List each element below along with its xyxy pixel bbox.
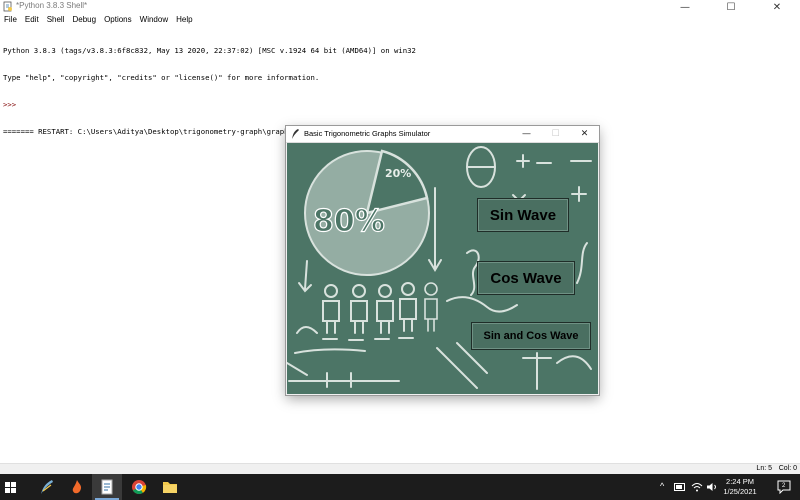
chalkboard-background: 80% 20% Sin Wave Cos Wave Sin and Cos Wa… xyxy=(287,143,598,394)
clock-time[interactable]: 2:24 PM xyxy=(720,477,760,486)
chalk-small-percent: 20% xyxy=(385,167,411,180)
menu-debug[interactable]: Debug xyxy=(68,14,100,26)
notification-center-button[interactable]: 2 xyxy=(777,480,791,495)
menu-shell[interactable]: Shell xyxy=(43,14,69,26)
app-minimize-button[interactable]: — xyxy=(512,126,541,142)
battery-icon[interactable] xyxy=(674,483,686,491)
tk-feather-icon xyxy=(292,129,299,139)
shell-line: Type "help", "copyright", "credits" or "… xyxy=(3,73,320,82)
taskbar-app-idle[interactable] xyxy=(92,474,122,500)
close-button[interactable]: ✕ xyxy=(754,0,800,14)
app-title-bar[interactable]: Basic Trigonometric Graphs Simulator — ☐… xyxy=(286,126,599,143)
status-line: Ln: 5 xyxy=(756,465,772,472)
menu-edit[interactable]: Edit xyxy=(21,14,43,26)
chalk-big-percent: 80% xyxy=(313,204,385,239)
flame-icon xyxy=(72,480,82,494)
minimize-button[interactable]: — xyxy=(662,0,708,14)
trig-simulator-window: Basic Trigonometric Graphs Simulator — ☐… xyxy=(286,126,599,395)
menu-bar: File Edit Shell Debug Options Window Hel… xyxy=(0,14,800,26)
start-button[interactable] xyxy=(0,474,20,500)
wifi-icon[interactable] xyxy=(691,482,703,492)
menu-window[interactable]: Window xyxy=(136,14,172,26)
maximize-button[interactable]: ☐ xyxy=(708,0,754,14)
chrome-icon xyxy=(132,480,147,494)
menu-help[interactable]: Help xyxy=(172,14,196,26)
notification-count: 2 xyxy=(782,483,786,489)
title-bar[interactable]: *Python 3.8.3 Shell* — ☐ ✕ xyxy=(0,0,800,14)
menu-options[interactable]: Options xyxy=(100,14,136,26)
idle-app-icon xyxy=(3,1,12,12)
taskbar-app-fire[interactable] xyxy=(62,474,92,500)
shell-line: Python 3.8.3 (tags/v3.8.3:6f8c832, May 1… xyxy=(3,46,416,55)
sin-wave-button[interactable]: Sin Wave xyxy=(477,198,569,232)
idle-file-icon xyxy=(101,479,113,495)
clock-date[interactable]: 1/25/2021 xyxy=(720,487,760,496)
window-title: *Python 3.8.3 Shell* xyxy=(16,1,88,10)
menu-file[interactable]: File xyxy=(0,14,21,26)
python-feather-icon xyxy=(41,480,53,494)
status-bar: Ln: 5 Col: 0 xyxy=(0,463,800,474)
sin-and-cos-wave-button[interactable]: Sin and Cos Wave xyxy=(471,322,591,350)
app-title: Basic Trigonometric Graphs Simulator xyxy=(304,129,431,138)
shell-prompt: >>> xyxy=(3,100,21,109)
taskbar-app-explorer[interactable] xyxy=(155,474,185,500)
cos-wave-button[interactable]: Cos Wave xyxy=(477,261,575,295)
system-tray: ^ 2:24 PM 1/25/2021 2 xyxy=(660,474,800,500)
status-column: Col: 0 xyxy=(778,465,797,472)
windows-logo-icon xyxy=(4,481,16,493)
volume-icon[interactable] xyxy=(706,482,718,492)
folder-icon xyxy=(163,482,177,493)
taskbar-app-chrome[interactable] xyxy=(124,474,154,500)
taskbar-app-python[interactable] xyxy=(32,474,62,500)
app-maximize-button: ☐ xyxy=(551,129,560,139)
tray-chevron-icon[interactable]: ^ xyxy=(660,481,664,491)
taskbar: ^ 2:24 PM 1/25/2021 2 xyxy=(0,474,800,500)
app-close-button[interactable]: ✕ xyxy=(570,126,599,142)
